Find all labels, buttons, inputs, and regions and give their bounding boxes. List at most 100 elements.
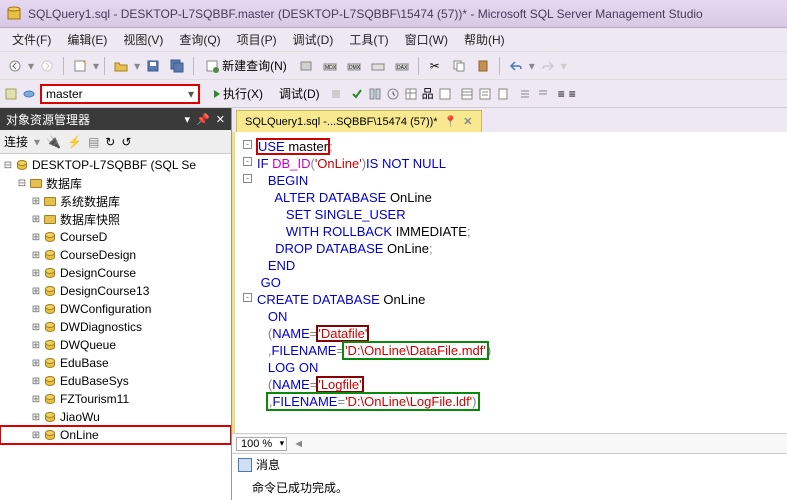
database-label: DesignCourse (60, 266, 136, 280)
close-icon[interactable]: ✕ (216, 113, 225, 126)
tb-icon-1[interactable] (295, 55, 317, 77)
tb2-icon-5[interactable] (404, 87, 418, 101)
messages-tab-label: 消息 (256, 456, 280, 473)
tb2-icon-1[interactable] (4, 87, 18, 101)
undo-button[interactable] (505, 55, 527, 77)
save-button[interactable] (142, 55, 164, 77)
parse-button[interactable] (350, 87, 364, 101)
connect-icon[interactable]: 🔌 (46, 135, 61, 149)
nav-forward-button[interactable] (36, 55, 58, 77)
paste-button[interactable] (472, 55, 494, 77)
stop-refresh-icon[interactable]: ↺ (121, 135, 131, 149)
execute-button[interactable]: 执行(X) (208, 83, 269, 104)
tree-database-dwdiagnostics[interactable]: ⊞DWDiagnostics (0, 318, 231, 336)
database-label: CourseDesign (60, 248, 136, 262)
debug-button[interactable]: 调试(D) (273, 83, 326, 104)
refresh-icon[interactable]: ↻ (105, 135, 115, 149)
tree-db-snapshot[interactable]: ⊞ 数据库快照 (0, 210, 231, 228)
pin-tab-icon[interactable]: 📍 (444, 115, 458, 128)
new-query-button[interactable]: 新建查询(N) (199, 55, 293, 76)
server-icon (14, 158, 30, 172)
database-icon (42, 356, 58, 370)
database-label: DesignCourse13 (60, 284, 149, 298)
database-icon (42, 410, 58, 424)
cut-button[interactable]: ✂ (424, 55, 446, 77)
tree-database-fztourism11[interactable]: ⊞FZTourism11 (0, 390, 231, 408)
object-tree[interactable]: ⊟ DESKTOP-L7SQBBF (SQL Se ⊟ 数据库 ⊞ 系统数据库 … (0, 154, 231, 500)
folder-icon (42, 194, 58, 208)
database-label: CourseD (60, 230, 107, 244)
comment-button[interactable] (518, 87, 532, 101)
tree-databases-folder[interactable]: ⊟ 数据库 (0, 174, 231, 192)
menu-bar: 文件(F) 编辑(E) 视图(V) 查询(Q) 项目(P) 调试(D) 工具(T… (0, 28, 787, 52)
play-icon (214, 90, 220, 98)
copy-button[interactable] (448, 55, 470, 77)
tb-dax-icon[interactable]: DAX (391, 55, 413, 77)
tree-database-jiaowu[interactable]: ⊞JiaoWu (0, 408, 231, 426)
database-dropdown[interactable]: master (40, 84, 200, 104)
menu-query[interactable]: 查询(Q) (171, 29, 228, 50)
save-all-button[interactable] (166, 55, 188, 77)
results-file-button[interactable] (496, 87, 510, 101)
editor-tab[interactable]: SQLQuery1.sql -...SQBBF\15474 (57))* 📍 ✕ (236, 110, 482, 132)
tree-database-coursed[interactable]: ⊞CourseD (0, 228, 231, 246)
menu-help[interactable]: 帮助(H) (456, 29, 513, 50)
menu-window[interactable]: 窗口(W) (397, 29, 456, 50)
database-label: EduBase (60, 356, 109, 370)
tree-database-edubase[interactable]: ⊞EduBase (0, 354, 231, 372)
menu-file[interactable]: 文件(F) (4, 29, 59, 50)
tb2-icon-4[interactable] (386, 87, 400, 101)
database-icon (42, 284, 58, 298)
tree-server[interactable]: ⊟ DESKTOP-L7SQBBF (SQL Se (0, 156, 231, 174)
zoom-bar: 100 % ◄ (232, 433, 787, 453)
uncomment-button[interactable] (536, 87, 550, 101)
menu-tools[interactable]: 工具(T) (341, 29, 396, 50)
editor-area: SQLQuery1.sql -...SQBBF\15474 (57))* 📍 ✕… (232, 108, 787, 500)
outdent-button[interactable]: ≡ (569, 87, 576, 101)
messages-icon (238, 458, 252, 472)
new-button[interactable] (69, 55, 91, 77)
messages-tab[interactable]: 消息 (232, 453, 787, 475)
tb-dmx-icon[interactable]: DMX (343, 55, 365, 77)
menu-view[interactable]: 视图(V) (115, 29, 171, 50)
stop-button[interactable] (330, 88, 342, 100)
pin-icon[interactable]: 📌 (196, 113, 210, 126)
menu-project[interactable]: 项目(P) (229, 29, 285, 50)
tb2-icon-7[interactable] (438, 87, 452, 101)
results-grid-button[interactable] (460, 87, 474, 101)
tree-database-dwqueue[interactable]: ⊞DWQueue (0, 336, 231, 354)
database-icon (42, 248, 58, 262)
messages-body: 命令已成功完成。 (232, 475, 787, 500)
tree-database-edubasesys[interactable]: ⊞EduBaseSys (0, 372, 231, 390)
menu-debug[interactable]: 调试(D) (285, 29, 342, 50)
nav-back-button[interactable] (4, 55, 26, 77)
tb2-icon-6[interactable]: 品 (422, 85, 434, 102)
open-button[interactable] (110, 55, 132, 77)
folder-icon (28, 176, 44, 190)
code-editor[interactable]: -USE master; -IF DB_ID('OnLine')IS NOT N… (232, 132, 787, 433)
tab-bar: SQLQuery1.sql -...SQBBF\15474 (57))* 📍 ✕ (232, 108, 787, 132)
redo-button[interactable] (537, 55, 559, 77)
tb-mdx-icon[interactable]: MDX (319, 55, 341, 77)
disconnect-icon[interactable]: ⚡ (67, 135, 82, 149)
tb2-icon-2[interactable] (22, 87, 36, 101)
connect-toolbar: 连接 ▾ 🔌 ⚡ ▤ ↻ ↺ (0, 130, 231, 154)
tree-database-online[interactable]: ⊞OnLine (0, 426, 231, 444)
tree-database-designcourse13[interactable]: ⊞DesignCourse13 (0, 282, 231, 300)
tb2-icon-3[interactable] (368, 87, 382, 101)
dropdown-icon[interactable]: ▾ (185, 113, 191, 126)
new-query-label: 新建查询(N) (222, 57, 287, 74)
tree-sys-databases[interactable]: ⊞ 系统数据库 (0, 192, 231, 210)
filter-icon[interactable]: ▤ (88, 135, 99, 149)
zoom-dropdown[interactable]: 100 % (236, 437, 287, 451)
database-icon (42, 302, 58, 316)
tb-xmla-icon[interactable] (367, 55, 389, 77)
close-tab-icon[interactable]: ✕ (463, 115, 472, 128)
indent-button[interactable]: ≡ (558, 87, 565, 101)
toolbar-main: ▾ ▾ ▾ 新建查询(N) MDX DMX DAX ✂ ▾ ▾ (0, 52, 787, 80)
menu-edit[interactable]: 编辑(E) (59, 29, 115, 50)
tree-database-dwconfiguration[interactable]: ⊞DWConfiguration (0, 300, 231, 318)
tree-database-designcourse[interactable]: ⊞DesignCourse (0, 264, 231, 282)
tree-database-coursedesign[interactable]: ⊞CourseDesign (0, 246, 231, 264)
results-text-button[interactable] (478, 87, 492, 101)
